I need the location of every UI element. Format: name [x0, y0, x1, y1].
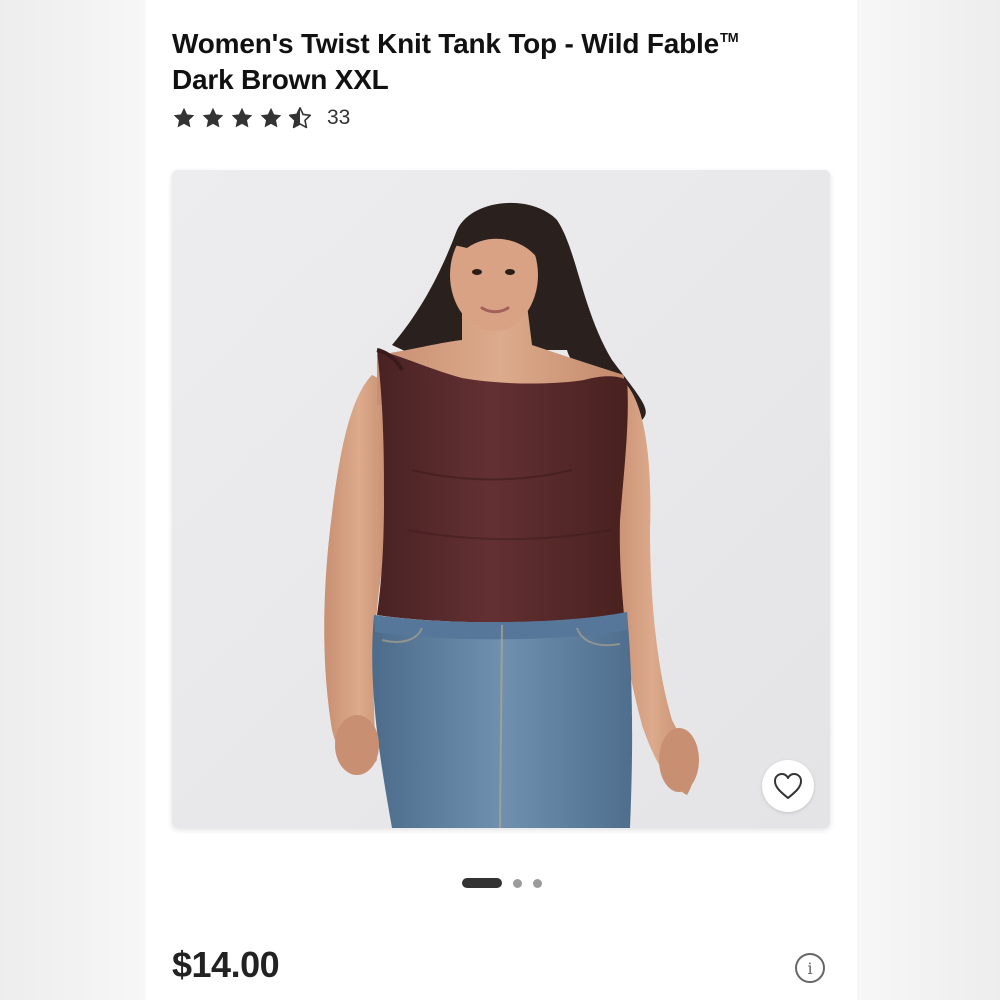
- product-detail-screen: Women's Twist Knit Tank Top - Wild Fable…: [146, 0, 857, 1000]
- info-icon[interactable]: i: [795, 953, 825, 983]
- product-title: Women's Twist Knit Tank Top - Wild Fable…: [172, 20, 812, 98]
- carousel-dot-2[interactable]: [512, 878, 522, 888]
- product-image-carousel[interactable]: [172, 170, 830, 828]
- product-photo[interactable]: [172, 170, 830, 828]
- product-price: $14.00: [172, 944, 280, 985]
- product-title-line2: Dark Brown XXL: [172, 64, 389, 95]
- carousel-pagination: [146, 878, 857, 888]
- star-half-icon: [288, 107, 312, 129]
- review-count: 33: [327, 106, 351, 129]
- star-full-icon: [260, 107, 282, 128]
- trademark-mark: TM: [720, 30, 739, 45]
- carousel-dot-3[interactable]: [532, 878, 542, 888]
- carousel-dot-1[interactable]: [461, 878, 502, 888]
- rating-summary[interactable]: 33: [172, 104, 350, 132]
- product-title-line1: Women's Twist Knit Tank Top - Wild Fable: [172, 28, 719, 59]
- star-full-icon: [202, 107, 224, 128]
- star-full-icon: [173, 107, 195, 128]
- star-rating: [172, 106, 317, 130]
- star-full-icon: [231, 107, 253, 128]
- favorite-button[interactable]: [762, 760, 814, 812]
- heart-outline-icon: [774, 773, 802, 799]
